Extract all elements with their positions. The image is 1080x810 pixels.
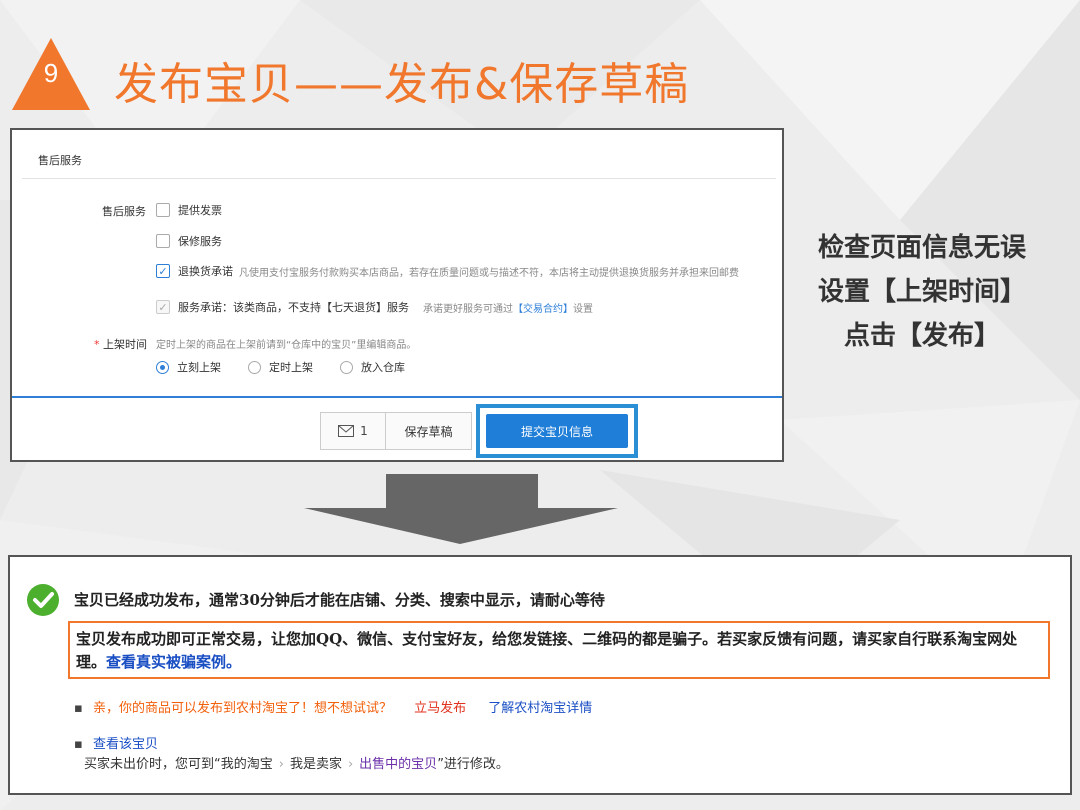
onshelf-now-label: 立刻上架 — [177, 361, 221, 374]
onshelf-now-radio[interactable]: 立刻上架 — [156, 359, 221, 375]
service-desc-suffix: 设置 — [573, 303, 593, 315]
service-description: 承诺更好服务可通过【交易合约】设置 — [423, 300, 593, 315]
bullet-icon: ▪ — [74, 737, 83, 752]
service-desc-prefix: 承诺更好服务可通过 — [423, 303, 513, 315]
success-message: 宝贝已经成功发布，通常30分钟后才能在店铺、分类、搜索中显示，请耐心等待 — [74, 591, 605, 609]
down-arrow-icon — [304, 474, 618, 544]
after-sales-label: 售后服务 — [102, 205, 146, 218]
service-checkbox: ✓ — [156, 300, 170, 314]
return-label: 退换货承诺 — [178, 265, 233, 278]
page-title: 发布宝贝——发布&保存草稿 — [114, 59, 690, 110]
onsale-items-link[interactable]: 出售中的宝贝 — [359, 757, 437, 772]
instruction-line: 检查页面信息无误 — [817, 233, 1026, 263]
rural-taobao-promo: ▪ 亲，你的商品可以发布到农村淘宝了！想不想试试？ 立马发布 了解农村淘宝详情 — [74, 697, 592, 716]
view-item-link[interactable]: 查看该宝贝 — [93, 737, 158, 752]
invoice-checkbox[interactable] — [156, 203, 170, 217]
save-draft-button[interactable]: 保存草稿 — [386, 412, 472, 450]
service-label: 服务承诺：该类商品，不支持【七天退货】服务 — [178, 301, 409, 314]
onshelf-warehouse-radio[interactable]: 放入仓库 — [340, 359, 405, 375]
return-checkbox[interactable]: ✓ — [156, 264, 170, 278]
instruction-line: 设置【上架时间】 — [817, 277, 1026, 307]
return-description: 凡使用支付宝服务付款购买本店商品，若存在质量问题或与描述不符，本店将主动提供退换… — [239, 267, 739, 279]
bullet-icon: ▪ — [74, 701, 83, 716]
service-option: ✓ 服务承诺：该类商品，不支持【七天退货】服务 承诺更好服务可通过【交易合约】设… — [156, 299, 593, 315]
chevron-right-icon: › — [278, 757, 284, 772]
invoice-label: 提供发票 — [178, 204, 222, 217]
instruction-note: 检查页面信息无误 设置【上架时间】 点击【发布】 — [796, 226, 1048, 358]
success-check-icon — [27, 584, 59, 616]
instruction-line: 点击【发布】 — [843, 321, 1000, 351]
message-count: 1 — [360, 424, 368, 438]
seller-crumb: 我是卖家 — [289, 757, 342, 772]
publish-now-link[interactable]: 立马发布 — [414, 701, 466, 716]
required-mark: * — [94, 338, 100, 351]
divider — [22, 178, 776, 179]
section-title: 售后服务 — [38, 154, 82, 167]
fraud-warning-box: 宝贝发布成功即可正常交易，让您加QQ、微信、支付宝好友，给您发链接、二维码的都是… — [68, 621, 1050, 679]
invoice-option[interactable]: 提供发票 — [156, 202, 222, 218]
chevron-right-icon: › — [347, 757, 354, 772]
step-number: 9 — [43, 58, 59, 88]
edit-prefix: 买家未出价时，您可到“我的淘宝 — [84, 757, 273, 772]
warranty-checkbox[interactable] — [156, 234, 170, 248]
onshelf-scheduled-label: 定时上架 — [269, 361, 313, 374]
fraud-cases-link[interactable]: 查看真实被骗案例。 — [106, 653, 241, 671]
footer-divider — [12, 396, 782, 398]
warranty-label: 保修服务 — [178, 235, 222, 248]
radio-icon[interactable] — [248, 360, 261, 374]
mail-icon — [338, 425, 355, 437]
radio-icon[interactable] — [340, 360, 353, 374]
return-option[interactable]: ✓ 退换货承诺 凡使用支付宝服务付款购买本店商品，若存在质量问题或与描述不符，本… — [156, 263, 739, 279]
submit-button[interactable]: 提交宝贝信息 — [486, 414, 628, 448]
edit-hint: 买家未出价时，您可到“我的淘宝 › 我是卖家 › 出售中的宝贝”进行修改。 — [84, 753, 509, 772]
onshelf-scheduled-radio[interactable]: 定时上架 — [248, 359, 313, 375]
radio-selected-icon[interactable] — [156, 360, 169, 374]
contract-link[interactable]: 【交易合约】 — [513, 304, 573, 315]
publish-form-panel: 售后服务 售后服务 提供发票 保修服务 ✓ 退换货承诺 凡使用支付宝服务付款购买… — [10, 128, 784, 462]
learn-rural-link[interactable]: 了解农村淘宝详情 — [488, 701, 592, 716]
view-item-row: ▪ 查看该宝贝 — [74, 733, 158, 752]
onshelf-label-text: 上架时间 — [103, 338, 147, 351]
onshelf-warehouse-label: 放入仓库 — [361, 361, 405, 374]
message-button[interactable]: 1 — [320, 412, 386, 450]
publish-result-panel: 宝贝已经成功发布，通常30分钟后才能在店铺、分类、搜索中显示，请耐心等待 宝贝发… — [8, 555, 1072, 795]
edit-suffix: ”进行修改。 — [437, 757, 509, 772]
warranty-option[interactable]: 保修服务 — [156, 233, 222, 249]
onshelf-hint: 定时上架的商品在上架前请到“仓库中的宝贝”里编辑商品。 — [156, 340, 417, 351]
onshelf-label: * 上架时间 — [94, 336, 147, 352]
promo-text: 亲，你的商品可以发布到农村淘宝了！想不想试试？ — [92, 701, 392, 716]
